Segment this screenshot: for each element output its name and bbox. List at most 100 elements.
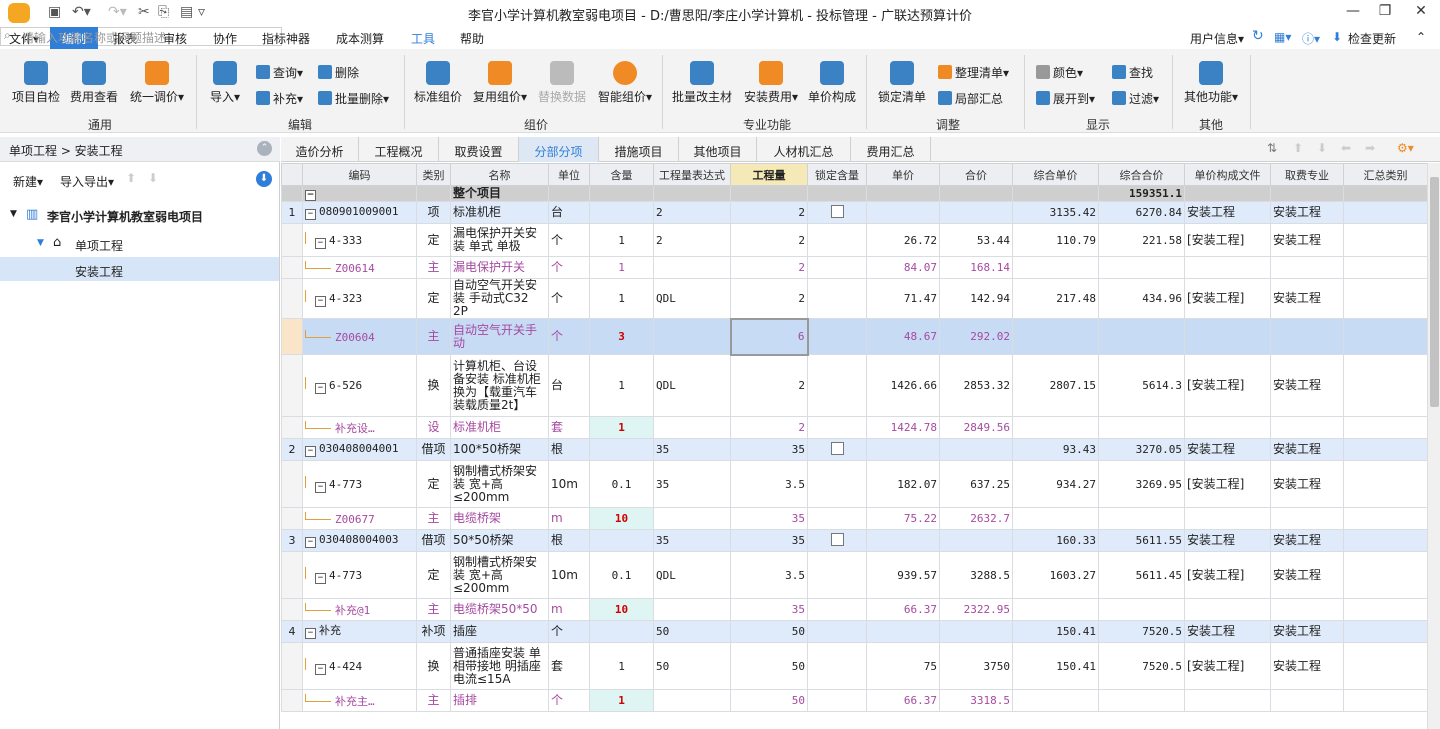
collapse-icon[interactable]: −	[315, 572, 326, 584]
unit-price-composition-button[interactable]: 单价构成	[806, 61, 858, 105]
partial-summary-button[interactable]: 局部汇总	[938, 90, 1003, 107]
tab-overview[interactable]: 工程概况	[359, 137, 439, 162]
total-price-cell[interactable]	[939, 620, 1013, 643]
summary-category-cell[interactable]	[1343, 598, 1427, 621]
column-header[interactable]: 取费专业	[1270, 163, 1344, 186]
type-cell[interactable]: 设	[416, 416, 451, 439]
move-down-icon[interactable]: ⬇	[148, 171, 158, 185]
summary-category-cell[interactable]	[1343, 416, 1427, 439]
price-file-cell[interactable]: 安装工程	[1184, 201, 1271, 224]
unit-price-cell[interactable]: 1424.78	[866, 416, 940, 439]
expression-cell[interactable]: 2	[653, 223, 731, 257]
quantity-cell[interactable]: 3.5	[730, 551, 808, 599]
price-file-cell[interactable]: 安装工程	[1184, 529, 1271, 552]
total-price-cell[interactable]	[939, 438, 1013, 461]
composite-total-cell[interactable]: 7520.5	[1098, 642, 1185, 690]
collapse-ribbon-icon[interactable]: ⌃	[1416, 30, 1426, 44]
column-header[interactable]: 含量	[589, 163, 654, 186]
code-cell[interactable]: Z00677	[302, 507, 417, 530]
unit-price-cell[interactable]: 66.37	[866, 689, 940, 712]
move-left-icon[interactable]: ⬅	[1341, 141, 1351, 155]
code-cell[interactable]: − 补充	[302, 620, 417, 643]
menu-help[interactable]: 帮助	[460, 30, 484, 47]
total-price-cell[interactable]: 2853.32	[939, 354, 1013, 417]
unit-cell[interactable]: m	[548, 507, 590, 530]
price-file-cell[interactable]: [安装工程]	[1184, 223, 1271, 257]
type-cell[interactable]: 借项	[416, 529, 451, 552]
column-header[interactable]: 锁定含量	[807, 163, 867, 186]
price-file-cell[interactable]: 安装工程	[1184, 438, 1271, 461]
summary-category-cell[interactable]	[1343, 529, 1427, 552]
expression-cell[interactable]	[653, 507, 731, 530]
row-number[interactable]	[281, 318, 303, 355]
expression-cell[interactable]	[653, 318, 731, 355]
collapse-icon[interactable]: −	[305, 537, 316, 548]
fee-specialty-cell[interactable]: 安装工程	[1270, 201, 1344, 224]
lock-cell[interactable]	[807, 438, 867, 461]
summary-category-cell[interactable]	[1343, 620, 1427, 643]
unit-price-cell[interactable]: 939.57	[866, 551, 940, 599]
unit-price-cell[interactable]	[866, 529, 940, 552]
table-row[interactable]: 补充@1 主电缆桥架50*50 m 10 35 66.37 2322.95	[281, 598, 1427, 621]
qty-rate-cell[interactable]: 0.1	[589, 460, 654, 508]
summary-category-cell[interactable]	[1343, 507, 1427, 530]
unit-cell[interactable]: 10m	[548, 551, 590, 599]
row-number[interactable]	[281, 507, 303, 530]
quantity-cell[interactable]: 35	[730, 507, 808, 530]
table-row[interactable]: −6-526 换计算机柜、台设备安装 标准机柜 换为【载重汽车 装载质量2t】台 1…	[281, 354, 1427, 417]
composite-total-cell[interactable]: 434.96	[1098, 278, 1185, 319]
reuse-price-button[interactable]: 复用组价▾	[470, 61, 530, 105]
name-cell[interactable]: 漏电保护开关安装 单式 单极	[450, 223, 549, 257]
user-info-menu[interactable]: 用户信息▾	[1190, 30, 1244, 47]
name-cell[interactable]: 电缆桥架	[450, 507, 549, 530]
menu-review[interactable]: 审核	[163, 30, 187, 47]
name-cell[interactable]: 钢制槽式桥架安装 宽+高≤200mm	[450, 460, 549, 508]
qty-rate-cell[interactable]: 1	[589, 354, 654, 417]
collapse-icon[interactable]: −	[305, 446, 316, 457]
unit-cell[interactable]: 个	[548, 620, 590, 643]
type-cell[interactable]: 定	[416, 551, 451, 599]
total-price-cell[interactable]: 2632.7	[939, 507, 1013, 530]
color-button[interactable]: 颜色▾	[1036, 64, 1083, 81]
quantity-cell[interactable]: 35	[730, 598, 808, 621]
quantity-cell[interactable]: 2	[730, 201, 808, 224]
composite-total-cell[interactable]	[1098, 318, 1185, 355]
unit-price-cell[interactable]: 66.37	[866, 598, 940, 621]
organize-list-button[interactable]: 整理清单▾	[938, 64, 1009, 81]
qty-rate-cell[interactable]: 1	[589, 256, 654, 279]
quantity-cell[interactable]: 2	[730, 416, 808, 439]
row-number[interactable]	[281, 642, 303, 690]
sync-icon[interactable]: ↻	[1252, 28, 1264, 44]
composite-price-cell[interactable]	[1012, 256, 1099, 279]
tree-project-node[interactable]: 李官小学计算机教室弱电项目	[47, 208, 203, 225]
expression-cell[interactable]: 50	[653, 620, 731, 643]
expression-cell[interactable]: QDL	[653, 551, 731, 599]
price-file-cell[interactable]	[1184, 416, 1271, 439]
composite-total-cell[interactable]	[1098, 256, 1185, 279]
install-fee-button[interactable]: 安装费用▾	[740, 61, 802, 105]
composite-total-cell[interactable]: 7520.5	[1098, 620, 1185, 643]
unit-price-cell[interactable]: 84.07	[866, 256, 940, 279]
unit-cell[interactable]: 个	[548, 223, 590, 257]
composite-total-cell[interactable]	[1098, 689, 1185, 712]
type-cell[interactable]: 换	[416, 354, 451, 417]
quantity-cell[interactable]: 35	[730, 438, 808, 461]
fee-specialty-cell[interactable]: 安装工程	[1270, 460, 1344, 508]
composite-price-cell[interactable]: 150.41	[1012, 620, 1099, 643]
code-cell[interactable]: −4-773	[302, 460, 417, 508]
code-cell[interactable]: −4-333	[302, 223, 417, 257]
composite-total-cell[interactable]: 5614.3	[1098, 354, 1185, 417]
quantity-cell[interactable]: 35	[730, 529, 808, 552]
code-cell[interactable]: −6-526	[302, 354, 417, 417]
tree-single-project-node[interactable]: 单项工程	[75, 237, 123, 254]
total-price-cell[interactable]: 3318.5	[939, 689, 1013, 712]
unit-cell[interactable]: 套	[548, 416, 590, 439]
row-number[interactable]	[281, 256, 303, 279]
composite-total-cell[interactable]: 5611.45	[1098, 551, 1185, 599]
row-number[interactable]	[281, 551, 303, 599]
collapse-icon[interactable]: −	[305, 190, 316, 201]
unit-cell[interactable]: 个	[548, 278, 590, 319]
total-price-cell[interactable]: 3750	[939, 642, 1013, 690]
price-file-cell[interactable]: 安装工程	[1184, 620, 1271, 643]
lock-cell[interactable]	[807, 416, 867, 439]
